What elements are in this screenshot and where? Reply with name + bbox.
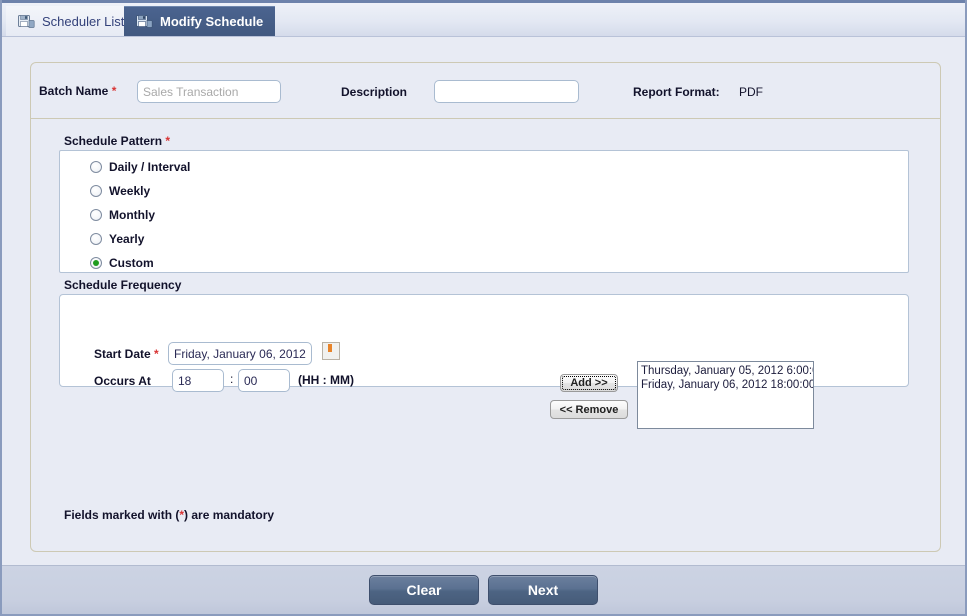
start-date-input[interactable] [168, 342, 312, 365]
required-marker: * [111, 84, 117, 98]
schedule-frequency-title: Schedule Frequency [64, 278, 182, 292]
radio-label: Daily / Interval [109, 160, 191, 174]
radio-option-weekly[interactable]: Weekly [90, 184, 150, 198]
schedule-pattern-title: Schedule Pattern * [64, 134, 171, 148]
radio-label: Weekly [109, 184, 151, 198]
required-marker: * [154, 347, 159, 361]
radio-indicator[interactable] [90, 185, 102, 197]
remove-button[interactable]: << Remove [550, 400, 628, 419]
scheduler-window: Scheduler List Modify Schedule Batch Nam… [0, 0, 967, 616]
radio-label: Yearly [109, 232, 145, 246]
radio-label: Monthly [109, 208, 155, 222]
radio-option-daily-interval[interactable]: Daily / Interval [90, 160, 190, 174]
list-item[interactable]: Friday, January 06, 2012 18:00:00 [638, 378, 813, 392]
radio-option-custom[interactable]: Custom [90, 256, 154, 270]
radio-indicator[interactable] [90, 209, 102, 221]
report-format-label: Report Format: [633, 85, 720, 99]
occurs-at-hour-input[interactable] [172, 369, 224, 392]
footer-action-bar: Clear Next [2, 565, 965, 614]
report-format-value: PDF [739, 85, 763, 99]
calendar-icon[interactable] [322, 342, 340, 360]
tab-label: Scheduler List [42, 14, 125, 29]
mandatory-note-suffix: ) are mandatory [184, 508, 275, 522]
tab-modify-schedule[interactable]: Modify Schedule [124, 6, 276, 37]
clear-button[interactable]: Clear [369, 575, 479, 605]
tab-scheduler-list[interactable]: Scheduler List [6, 6, 138, 37]
radio-option-monthly[interactable]: Monthly [90, 208, 155, 222]
tab-bar: Scheduler List Modify Schedule [2, 0, 965, 37]
radio-label: Custom [109, 256, 154, 270]
schedule-pattern-box: Daily / Interval Weekly Monthly Yearly C… [59, 150, 909, 273]
schedule-frequency-box: Start Date * Occurs At : (HH : MM) Add >… [59, 294, 909, 429]
occurs-at-label: Occurs At [94, 374, 151, 388]
add-button[interactable]: Add >> [560, 374, 618, 392]
batch-name-input[interactable] [137, 80, 281, 103]
scheduled-occurrences-list[interactable]: Thursday, January 05, 2012 6:00:00 Frida… [637, 361, 814, 429]
time-format-note: (HH : MM) [298, 373, 354, 387]
list-item[interactable]: Thursday, January 05, 2012 6:00:00 [638, 362, 813, 378]
batch-name-label: Batch Name * [39, 84, 117, 98]
floppy-disk-icon [18, 14, 35, 29]
description-input[interactable] [434, 80, 579, 103]
floppy-disk-icon [136, 14, 153, 29]
radio-indicator[interactable] [90, 233, 102, 245]
time-separator: : [230, 372, 234, 386]
next-button[interactable]: Next [488, 575, 598, 605]
mandatory-note-prefix: Fields marked with ( [64, 508, 180, 522]
radio-option-yearly[interactable]: Yearly [90, 232, 144, 246]
tab-label: Modify Schedule [160, 14, 264, 29]
schedule-form-panel: Batch Name * Description Report Format: … [30, 62, 941, 552]
description-label: Description [341, 85, 408, 99]
radio-indicator[interactable] [90, 257, 102, 269]
panel-header-row: Batch Name * Description Report Format: … [31, 63, 940, 119]
radio-indicator[interactable] [90, 161, 102, 173]
occurs-at-minute-input[interactable] [238, 369, 290, 392]
required-marker: * [165, 134, 171, 148]
mandatory-fields-note: Fields marked with (*) are mandatory [64, 508, 274, 522]
start-date-label: Start Date * [94, 347, 159, 361]
